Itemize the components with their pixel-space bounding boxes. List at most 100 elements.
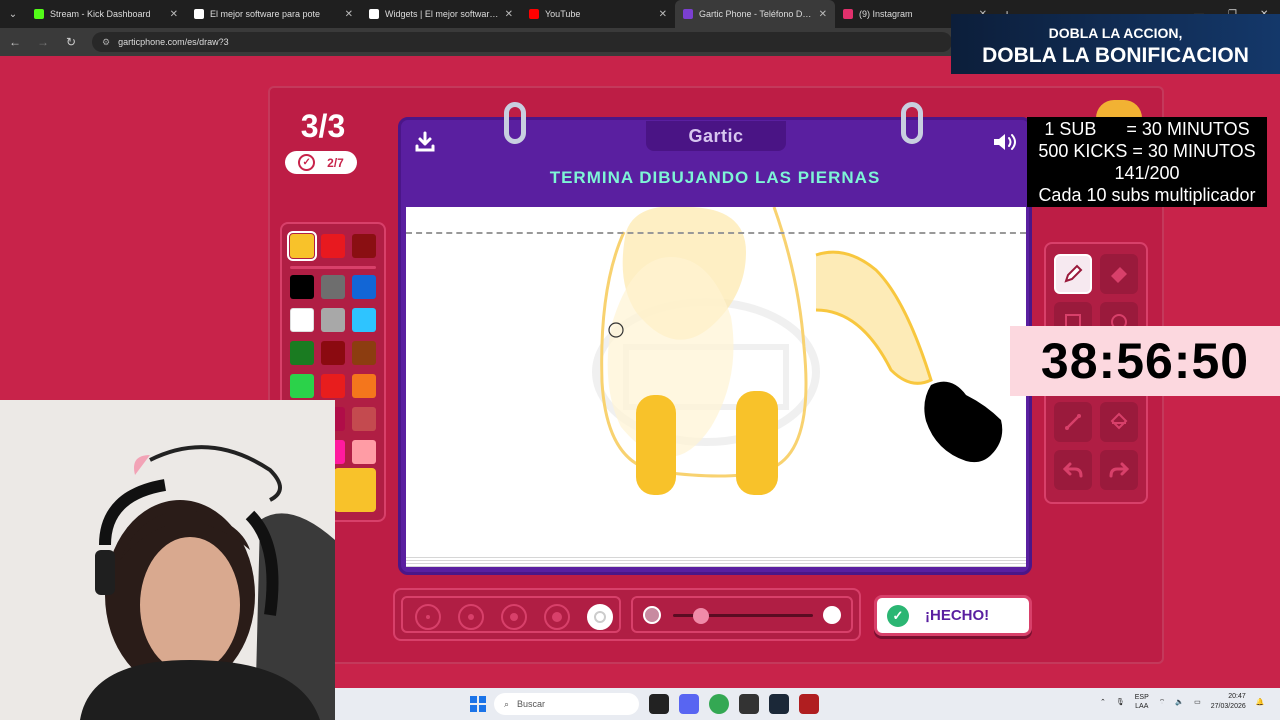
back-button[interactable]: ← [8, 35, 22, 49]
stream-banner: DOBLA LA ACCION, DOBLA LA BONIFICACION [951, 14, 1280, 74]
battery-icon[interactable]: ▭ [1194, 698, 1201, 706]
color-swatch[interactable] [352, 440, 376, 464]
url-input[interactable]: ⚙ garticphone.com/es/draw?3 [92, 32, 952, 52]
brush-size-dot [510, 613, 518, 621]
system-tray: ⌃ 🎙 ESP LAA ⌔ 🔈 ▭ 20:47 27/03/2026 🔔 [1100, 692, 1264, 712]
done-button-label: ¡HECHO! [925, 607, 990, 624]
taskbar-app-icon[interactable] [739, 694, 759, 714]
drawing-instruction: TERMINA DIBUJANDO LAS PIERNAS [549, 168, 881, 187]
brush-size-group [401, 596, 621, 633]
tab-close-icon[interactable]: ✕ [819, 9, 827, 20]
color-swatch[interactable] [321, 234, 345, 258]
color-swatch[interactable] [352, 275, 376, 299]
color-swatch[interactable] [290, 308, 314, 332]
download-icon[interactable] [411, 128, 439, 156]
reload-button[interactable]: ↻ [64, 35, 78, 49]
taskbar-app-icon[interactable] [649, 694, 669, 714]
taskbar-app-icon[interactable] [769, 694, 789, 714]
opacity-low-icon [643, 606, 661, 624]
notification-bell-icon[interactable]: 🔔 [1256, 698, 1265, 706]
browser-tab[interactable]: YouTube ✕ [521, 0, 675, 28]
color-swatch[interactable] [290, 275, 314, 299]
color-swatch[interactable] [321, 275, 345, 299]
subathon-timer: 38:56:50 [1010, 326, 1280, 396]
done-button[interactable]: ✓ ¡HECHO! [874, 595, 1032, 636]
brush-size-dot [552, 612, 562, 622]
taskbar-app-icon[interactable] [679, 694, 699, 714]
forward-button[interactable]: → [36, 35, 50, 49]
brush-size-1[interactable] [415, 604, 441, 630]
check-icon: ✓ [298, 154, 316, 171]
color-swatch[interactable] [352, 308, 376, 332]
color-swatch[interactable] [290, 374, 314, 398]
brush-size-5[interactable] [587, 604, 613, 630]
subathon-rules: 1 SUB = 30 MINUTOS 500 KICKS = 30 MINUTO… [1027, 117, 1267, 207]
drawing-canvas[interactable] [406, 207, 1026, 555]
banner-line-2: DOBLA LA BONIFICACION [982, 44, 1249, 67]
browser-tab[interactable]: Widgets | El mejor software pa ✕ [361, 0, 521, 28]
speaker-icon[interactable] [991, 128, 1019, 156]
browser-tab[interactable]: El mejor software para pote ✕ [186, 0, 361, 28]
tab-close-icon[interactable]: ✕ [170, 9, 178, 20]
brush-size-2[interactable] [458, 604, 484, 630]
color-swatch[interactable] [352, 341, 376, 365]
clock[interactable]: 20:47 27/03/2026 [1211, 692, 1246, 712]
tab-close-icon[interactable]: ✕ [505, 9, 513, 20]
windows-taskbar: ⌕ Buscar ⌃ 🎙 ESP LAA ⌔ 🔈 ▭ 20:47 27/03/2… [335, 688, 1280, 720]
tab-favicon-icon [683, 9, 693, 19]
notebook-pages-edge [406, 555, 1026, 567]
microphone-icon[interactable]: 🎙 [1116, 698, 1125, 706]
tab-favicon-icon [34, 9, 44, 19]
wifi-icon[interactable]: ⌔ [1159, 698, 1166, 707]
eraser-tool[interactable] [1100, 254, 1138, 294]
clock-time: 20:47 [1228, 693, 1246, 700]
windows-start-icon[interactable] [470, 696, 486, 712]
gartic-logo: Gartic [646, 121, 786, 151]
clock-date: 27/03/2026 [1210, 703, 1246, 710]
tab-title: Gartic Phone - Teléfono Descon [699, 9, 813, 19]
guide-line [406, 232, 1026, 234]
tab-close-icon[interactable]: ✕ [345, 9, 353, 20]
line-tool[interactable] [1054, 402, 1092, 442]
sub-rule-line: 500 KICKS = 30 MINUTOS [1038, 141, 1256, 161]
players-done-badge: ✓ 2/7 [285, 151, 357, 174]
pencil-tool[interactable] [1054, 254, 1092, 294]
language-region: LAA [1135, 703, 1149, 710]
volume-icon[interactable]: 🔈 [1175, 698, 1184, 706]
brush-toolbar [393, 588, 861, 641]
language-indicator[interactable]: ESP LAA [1135, 693, 1149, 711]
fill-bucket-tool[interactable] [1100, 402, 1138, 442]
tab-favicon-icon [194, 9, 204, 19]
tab-favicon-icon [843, 9, 853, 19]
taskbar-app-icon[interactable] [799, 694, 819, 714]
browser-tab[interactable]: Stream - Kick Dashboard ✕ [26, 0, 186, 28]
undo-icon[interactable] [1054, 450, 1092, 490]
drawing-notebook: Gartic TERMINA DIBUJANDO LAS PIERNAS [398, 102, 1032, 575]
drawing-artwork [592, 207, 1003, 495]
tab-search-icon[interactable]: ⌄ [0, 0, 26, 28]
tab-favicon-icon [529, 9, 539, 19]
color-swatch[interactable] [290, 341, 314, 365]
done-check-icon: ✓ [887, 604, 909, 627]
browser-tab[interactable]: Gartic Phone - Teléfono Descon ✕ [675, 0, 835, 28]
color-swatch[interactable] [352, 407, 376, 431]
color-swatch[interactable] [352, 374, 376, 398]
chevron-up-icon[interactable]: ⌃ [1100, 698, 1106, 706]
opacity-slider-thumb[interactable] [693, 608, 709, 624]
url-text: garticphone.com/es/draw?3 [118, 37, 229, 47]
brush-size-3[interactable] [501, 604, 527, 630]
tab-close-icon[interactable]: ✕ [659, 9, 667, 20]
color-swatch[interactable] [352, 234, 376, 258]
brush-size-4[interactable] [544, 604, 570, 630]
color-swatch[interactable] [321, 341, 345, 365]
site-info-icon[interactable]: ⚙ [102, 37, 110, 48]
tab-title: Stream - Kick Dashboard [50, 9, 151, 19]
palette-divider [290, 266, 376, 269]
taskbar-search[interactable]: ⌕ Buscar [494, 693, 639, 715]
opacity-control [631, 596, 853, 633]
redo-icon[interactable] [1100, 450, 1138, 490]
color-swatch[interactable] [321, 374, 345, 398]
color-swatch[interactable] [287, 231, 317, 261]
taskbar-app-icon[interactable] [709, 694, 729, 714]
color-swatch[interactable] [321, 308, 345, 332]
